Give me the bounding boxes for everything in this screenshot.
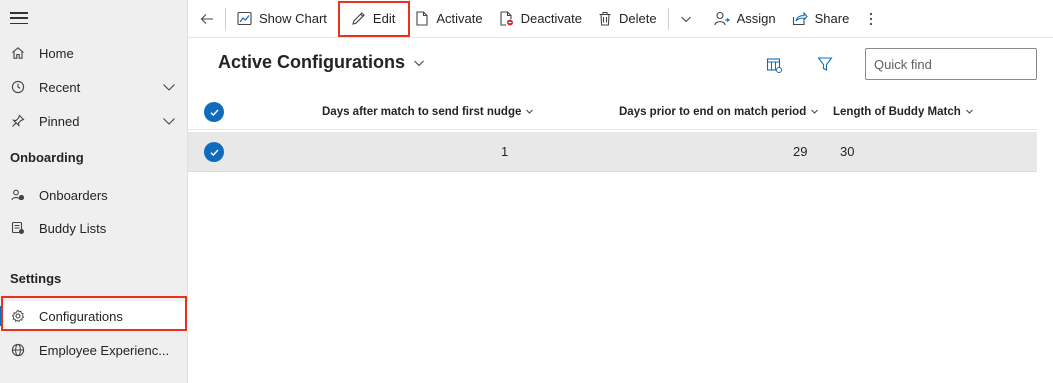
- filter-icon[interactable]: [817, 56, 833, 72]
- sidebar-item-label: Employee Experienc...: [39, 342, 170, 358]
- section-heading-onboarding: Onboarding: [10, 150, 84, 165]
- select-all-checkbox[interactable]: [204, 102, 224, 122]
- sidebar-item-label: Recent: [39, 79, 81, 95]
- edit-label: Edit: [372, 11, 396, 26]
- chevron-down-icon: [680, 16, 691, 22]
- show-chart-label: Show Chart: [259, 11, 327, 26]
- trash-icon: [599, 11, 611, 26]
- chevron-down-icon: [811, 109, 819, 114]
- sidebar-item-pinned[interactable]: Pinned: [0, 106, 188, 136]
- person-assign-icon: [714, 11, 730, 26]
- divider: [667, 7, 669, 30]
- grid-header: Days after match to send first nudge Day…: [188, 94, 1037, 130]
- quick-find-input[interactable]: [865, 48, 1037, 80]
- sidebar-item-label: Buddy Lists: [39, 220, 107, 236]
- section-heading-settings: Settings: [10, 271, 62, 286]
- chart-icon: [237, 11, 252, 26]
- hamburger-menu-icon[interactable]: [10, 9, 28, 27]
- edit-columns-icon[interactable]: [766, 57, 782, 73]
- chevron-down-icon[interactable]: [162, 80, 176, 94]
- delete-button[interactable]: Delete: [590, 4, 665, 34]
- chevron-down-icon: [965, 109, 973, 114]
- document-deactivate-icon: [500, 11, 513, 26]
- gear-icon: [10, 308, 26, 324]
- globe-icon: [10, 342, 26, 358]
- sidebar-item-label: Configurations: [39, 308, 123, 324]
- sidebar-item-recent[interactable]: Recent: [0, 72, 188, 102]
- assign-label: Assign: [736, 11, 776, 26]
- page-title: Active Configurations: [218, 52, 406, 72]
- sidebar-item-home[interactable]: Home: [0, 38, 188, 68]
- command-bar: Show Chart Edit Activate Deactivate Dele…: [188, 0, 1053, 38]
- more-vertical-icon: [870, 12, 873, 25]
- share-label: Share: [814, 11, 850, 26]
- view-selector[interactable]: Active Configurations: [218, 52, 425, 73]
- document-icon: [416, 11, 428, 26]
- delete-label: Delete: [619, 11, 657, 26]
- table-row[interactable]: 1 29 30: [188, 132, 1037, 172]
- chevron-down-icon[interactable]: [162, 114, 176, 128]
- sidebar-item-label: Onboarders: [39, 187, 108, 203]
- activate-label: Activate: [436, 11, 483, 26]
- sidebar-item-label: Pinned: [39, 113, 80, 129]
- clock-icon: [10, 79, 26, 95]
- back-button[interactable]: [188, 4, 222, 34]
- sidebar-item-onboarders[interactable]: Onboarders: [0, 180, 188, 210]
- column-header-label: Length of Buddy Match: [833, 105, 961, 118]
- checkmark-icon: [210, 109, 219, 116]
- more-commands-button[interactable]: [857, 4, 885, 34]
- sidebar-item-label: Home: [39, 45, 74, 61]
- home-icon: [10, 45, 26, 61]
- assign-button[interactable]: Assign: [706, 4, 784, 34]
- chevron-down-icon: [414, 60, 424, 66]
- sidebar-item-employee-experience[interactable]: Employee Experienc...: [0, 335, 188, 365]
- activate-button[interactable]: Activate: [407, 4, 490, 34]
- cell-length-of-buddy-match: 30: [840, 144, 855, 159]
- pencil-icon: [352, 12, 365, 25]
- chevron-down-icon: [526, 109, 534, 114]
- row-checkbox[interactable]: [204, 142, 224, 162]
- column-header-length-of-buddy-match[interactable]: Length of Buddy Match: [833, 94, 974, 129]
- column-header-label: Days prior to end on match period: [619, 105, 807, 118]
- share-button[interactable]: Share: [784, 4, 858, 34]
- checkmark-icon: [210, 149, 219, 156]
- sidebar-item-configurations[interactable]: Configurations: [0, 301, 188, 331]
- divider: [225, 7, 226, 30]
- column-header-days-after-match[interactable]: Days after match to send first nudge: [322, 94, 534, 129]
- deactivate-label: Deactivate: [520, 11, 582, 26]
- arrow-left-icon: [200, 13, 213, 24]
- list-icon: [10, 220, 26, 236]
- cell-days-prior-to-end: 29: [793, 144, 808, 159]
- share-icon: [792, 11, 808, 26]
- cell-days-after-match: 1: [501, 144, 509, 159]
- more-delete-options-button[interactable]: [672, 4, 700, 34]
- show-chart-button[interactable]: Show Chart: [229, 4, 335, 34]
- column-header-days-prior-to-end[interactable]: Days prior to end on match period: [619, 94, 819, 129]
- sidebar-item-buddy-lists[interactable]: Buddy Lists: [0, 213, 188, 243]
- deactivate-button[interactable]: Deactivate: [491, 4, 590, 34]
- pin-icon: [10, 113, 26, 129]
- sidebar: Home Recent Pinned Onboarding Onboarders…: [0, 0, 188, 383]
- edit-button[interactable]: Edit: [339, 4, 407, 34]
- people-icon: [10, 187, 26, 203]
- column-header-label: Days after match to send first nudge: [322, 105, 522, 118]
